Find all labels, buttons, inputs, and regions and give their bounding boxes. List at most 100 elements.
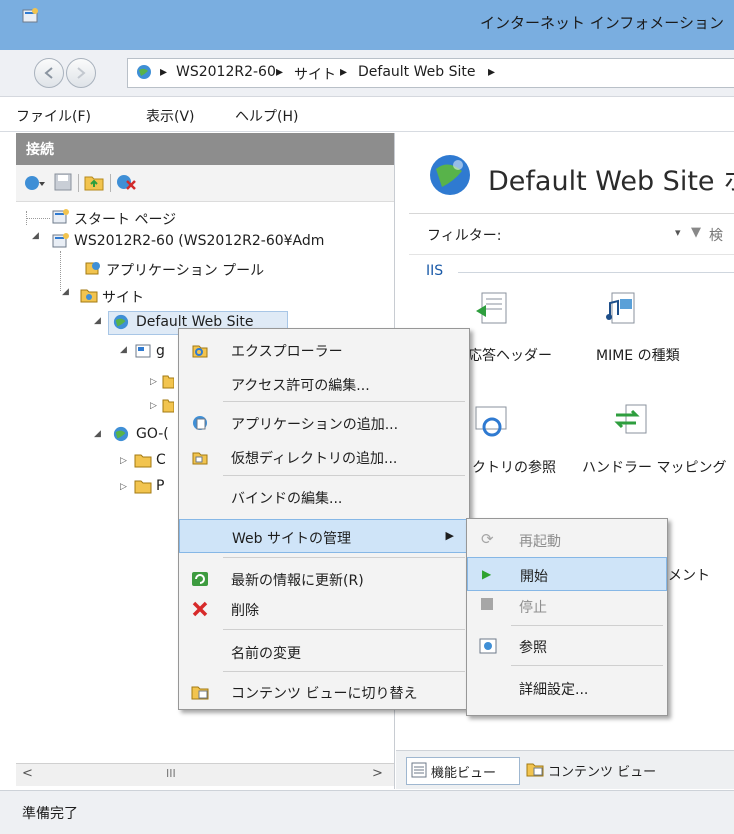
crumb-separator-icon: ▸ (160, 64, 168, 80)
feature-partial-label[interactable]: メント (668, 565, 710, 585)
scroll-left-icon[interactable]: < (22, 766, 33, 781)
tree-item-go-site[interactable]: GO-( (136, 426, 169, 442)
tree-item-g[interactable]: g (156, 343, 165, 359)
menu-separator (223, 671, 465, 672)
website-globe-icon (113, 426, 129, 442)
menu-view[interactable]: 表示(V) (146, 106, 195, 126)
filter-label: フィルター: (427, 228, 502, 244)
collapse-arrow-icon[interactable]: ◢ (62, 287, 71, 297)
collapse-arrow-icon[interactable]: ◢ (120, 345, 129, 355)
start-page-icon (52, 209, 69, 224)
connections-header: 接続 (16, 133, 394, 165)
menu-item-restart[interactable]: ⟳ 再起動 (467, 523, 667, 557)
menu-item-stop[interactable]: 停止 (467, 589, 667, 623)
tree-item-folder-p[interactable]: P (156, 478, 164, 494)
tab-content-view[interactable]: コンテンツ ビュー (522, 757, 656, 783)
menu-item-add-virtual-directory[interactable]: 仮想ディレクトリの追加... (179, 440, 469, 474)
expand-arrow-icon[interactable]: ▷ (120, 456, 129, 466)
menu-file[interactable]: ファイル(F) (16, 106, 91, 126)
menu-separator (223, 475, 465, 476)
tree-item-app-pools[interactable]: アプリケーション プール (106, 260, 264, 280)
collapse-arrow-icon[interactable]: ◢ (32, 231, 41, 241)
tab-features-view[interactable]: 機能ビュー (406, 757, 520, 785)
globe-icon (137, 65, 151, 79)
scroll-right-icon[interactable]: > (372, 766, 383, 781)
directory-browsing-icon[interactable] (474, 403, 510, 439)
save-icon[interactable] (54, 173, 72, 191)
menu-item-edit-bindings[interactable]: バインドの編集... (179, 480, 469, 514)
content-view-icon (526, 763, 544, 777)
website-globe-large-icon (430, 155, 470, 195)
menu-item-edit-permissions[interactable]: アクセス許可の編集... (179, 367, 469, 401)
address-field[interactable]: ▸ WS2012R2-60 ▸ サイト ▸ Default Web Site ▸ (127, 58, 734, 88)
scroll-thumb-grip[interactable]: III (166, 767, 176, 780)
menu-item-rename[interactable]: 名前の変更 (179, 635, 469, 669)
status-text: 準備完了 (22, 806, 78, 822)
forward-button[interactable] (66, 58, 96, 88)
expand-arrow-icon[interactable]: ▷ (120, 482, 129, 492)
collapse-arrow-icon[interactable]: ◢ (94, 429, 103, 439)
folder-icon (162, 399, 174, 413)
up-folder-icon[interactable] (84, 173, 104, 191)
menu-separator (223, 401, 465, 402)
website-globe-icon (113, 314, 129, 330)
menu-separator (511, 625, 663, 626)
menu-separator (511, 665, 663, 666)
menu-item-manage-website[interactable]: Web サイトの管理 ▶ (179, 519, 469, 553)
expand-arrow-icon[interactable]: ▷ (150, 377, 159, 387)
forward-arrow-icon (77, 67, 86, 79)
response-headers-icon[interactable] (474, 291, 510, 327)
mime-types-icon[interactable] (604, 291, 640, 327)
collapse-arrow-icon[interactable]: ◢ (94, 316, 103, 326)
breadcrumb-default-site[interactable]: Default Web Site (358, 64, 475, 80)
disconnect-icon[interactable] (116, 173, 136, 191)
toolbar-separator (110, 174, 111, 192)
menu-item-add-application[interactable]: アプリケーションの追加... (179, 406, 469, 440)
handler-mappings-icon[interactable] (614, 403, 650, 439)
connections-title: 接続 (26, 142, 54, 158)
group-header-iis: IIS (426, 263, 444, 279)
menu-item-browse[interactable]: 参照 (467, 629, 667, 663)
feature-directory-browsing[interactable]: クトリの参照 (472, 457, 556, 477)
tree-item-folder-c[interactable]: C (156, 452, 166, 468)
breadcrumb-sites[interactable]: サイト (294, 64, 336, 84)
add-virtual-directory-icon (192, 452, 208, 465)
tree-item-server[interactable]: WS2012R2-60 (WS2012R2-60¥Adm (74, 233, 324, 249)
folder-icon (134, 454, 152, 468)
crumb-separator-icon: ▸ (340, 64, 348, 80)
feature-response-headers[interactable]: 応答ヘッダー (468, 345, 552, 365)
filter-search-button[interactable]: 検 (709, 225, 723, 245)
expand-arrow-icon[interactable]: ▷ (150, 401, 159, 411)
tree-item-start-page[interactable]: スタート ページ (74, 209, 176, 229)
folder-icon (162, 375, 174, 389)
feature-handler-mappings[interactable]: ハンドラー マッピング (582, 457, 726, 477)
horizontal-scrollbar[interactable]: < III > (16, 763, 394, 786)
window-title: インターネット インフォメーション (479, 14, 724, 32)
menu-item-switch-content-view[interactable]: コンテンツ ビューに切り替え (179, 675, 469, 709)
start-play-icon: ▶ (482, 567, 492, 581)
menu-item-delete[interactable]: 削除 (179, 592, 469, 626)
menu-item-start[interactable]: ▶ 開始 (467, 557, 667, 591)
menu-help[interactable]: ヘルプ(H) (235, 106, 298, 126)
menu-item-advanced-settings[interactable]: 詳細設定... (467, 671, 667, 705)
application-icon (135, 344, 151, 358)
feature-mime-types[interactable]: MIME の種類 (596, 345, 680, 365)
menu-bar: ファイル(F) 表示(V) ヘルプ(H) (0, 97, 734, 132)
status-bar: 準備完了 (0, 790, 734, 834)
group-divider (458, 272, 734, 273)
tree-item-sites[interactable]: サイト (102, 287, 144, 307)
server-icon (52, 233, 69, 248)
content-view-icon (191, 686, 209, 700)
menu-item-refresh[interactable]: 最新の情報に更新(R) (179, 562, 469, 596)
connect-icon[interactable] (24, 173, 46, 193)
breadcrumb-server[interactable]: WS2012R2-60 (176, 64, 276, 80)
restart-icon: ⟳ (481, 530, 494, 548)
menu-item-explore[interactable]: エクスプローラー (179, 333, 469, 367)
browse-icon (479, 638, 497, 654)
app-pool-icon (85, 262, 100, 275)
filter-funnel-icon[interactable]: ▼ (691, 225, 701, 240)
tree-guide-line (60, 251, 62, 291)
back-button[interactable] (34, 58, 64, 88)
filter-dropdown-icon[interactable]: ▾ (675, 226, 681, 239)
tab-content-label: コンテンツ ビュー (548, 765, 657, 780)
